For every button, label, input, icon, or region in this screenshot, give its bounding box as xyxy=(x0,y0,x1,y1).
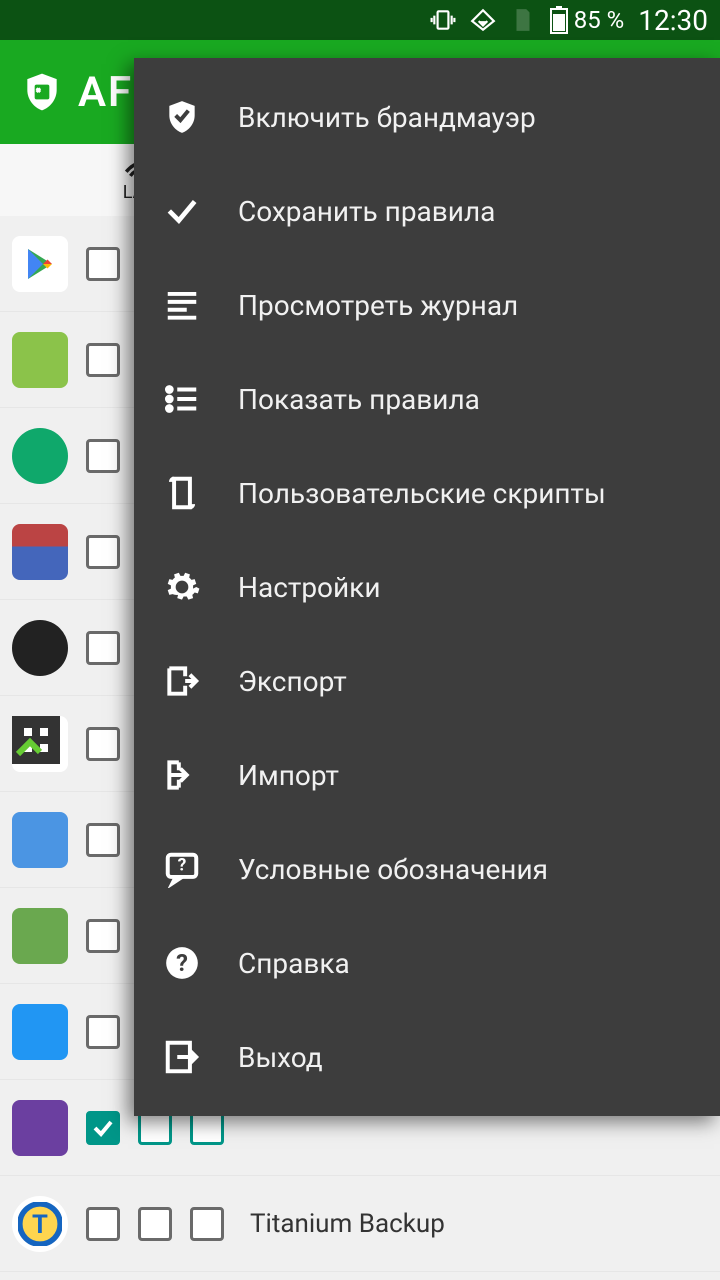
menu-label: Настройки xyxy=(238,571,380,604)
menu-help[interactable]: ? Справка xyxy=(134,916,720,1010)
chat-help-icon: ? xyxy=(162,849,202,889)
menu-label: Импорт xyxy=(238,759,339,792)
lan-checkbox[interactable] xyxy=(86,1207,120,1241)
menu-label: Показать правила xyxy=(238,383,480,416)
clock: 12:30 xyxy=(638,4,708,37)
svg-text:?: ? xyxy=(178,856,187,876)
wifi-checkbox[interactable] xyxy=(138,1207,172,1241)
lan-checkbox[interactable] xyxy=(86,823,120,857)
import-icon xyxy=(162,755,202,795)
lan-checkbox[interactable] xyxy=(86,1111,120,1145)
app-icon xyxy=(12,812,68,868)
battery-indicator: 85 % xyxy=(550,6,625,34)
data-checkbox[interactable] xyxy=(190,1207,224,1241)
menu-label: Выход xyxy=(238,1041,323,1074)
menu-label: Экспорт xyxy=(238,665,347,698)
lan-checkbox[interactable] xyxy=(86,535,120,569)
script-icon xyxy=(162,473,202,513)
svg-text:T: T xyxy=(32,1210,48,1240)
status-bar: 85 % 12:30 xyxy=(0,0,720,40)
menu-label: Условные обозначения xyxy=(238,853,548,886)
lan-checkbox[interactable] xyxy=(86,247,120,281)
gear-icon xyxy=(162,567,202,607)
dropdown-menu: Включить брандмауэр Сохранить правила Пр… xyxy=(134,58,720,1116)
app-row[interactable]: T Titanium Backup xyxy=(0,1176,720,1272)
lan-checkbox[interactable] xyxy=(86,919,120,953)
export-icon xyxy=(162,661,202,701)
align-left-icon xyxy=(162,285,202,325)
app-icon xyxy=(12,428,68,484)
svg-text:?: ? xyxy=(176,949,188,977)
menu-custom-scripts[interactable]: Пользовательские скрипты xyxy=(134,446,720,540)
exit-icon xyxy=(162,1037,202,1077)
menu-settings[interactable]: Настройки xyxy=(134,540,720,634)
help-circle-icon: ? xyxy=(162,943,202,983)
menu-export[interactable]: Экспорт xyxy=(134,634,720,728)
app-logo-icon xyxy=(20,70,64,114)
menu-label: Включить брандмауэр xyxy=(238,101,536,134)
app-icon xyxy=(12,236,68,292)
app-icon xyxy=(12,1004,68,1060)
menu-label: Сохранить правила xyxy=(238,195,495,228)
sd-card-icon xyxy=(510,7,536,33)
menu-label: Просмотреть журнал xyxy=(238,289,518,322)
menu-view-log[interactable]: Просмотреть журнал xyxy=(134,258,720,352)
menu-legend[interactable]: ? Условные обозначения xyxy=(134,822,720,916)
app-name-label: Titanium Backup xyxy=(250,1209,445,1239)
app-icon xyxy=(12,1100,68,1156)
lan-checkbox[interactable] xyxy=(86,631,120,665)
menu-label: Пользовательские скрипты xyxy=(238,477,606,510)
menu-save-rules[interactable]: Сохранить правила xyxy=(134,164,720,258)
lan-checkbox[interactable] xyxy=(86,727,120,761)
app-icon xyxy=(12,332,68,388)
menu-exit[interactable]: Выход xyxy=(134,1010,720,1104)
check-icon xyxy=(162,191,202,231)
vibrate-icon xyxy=(430,7,456,33)
lan-checkbox[interactable] xyxy=(86,1015,120,1049)
app-icon xyxy=(12,716,68,772)
list-icon xyxy=(162,379,202,419)
menu-import[interactable]: Импорт xyxy=(134,728,720,822)
menu-show-rules[interactable]: Показать правила xyxy=(134,352,720,446)
lan-checkbox[interactable] xyxy=(86,439,120,473)
app-icon xyxy=(12,908,68,964)
app-icon xyxy=(12,620,68,676)
wifi-icon xyxy=(470,7,496,33)
app-icon xyxy=(12,524,68,580)
lan-checkbox[interactable] xyxy=(86,343,120,377)
menu-enable-firewall[interactable]: Включить брандмауэр xyxy=(134,70,720,164)
shield-check-icon xyxy=(162,97,202,137)
battery-text: 85 % xyxy=(574,6,625,34)
app-icon: T xyxy=(12,1196,68,1252)
menu-label: Справка xyxy=(238,947,350,980)
